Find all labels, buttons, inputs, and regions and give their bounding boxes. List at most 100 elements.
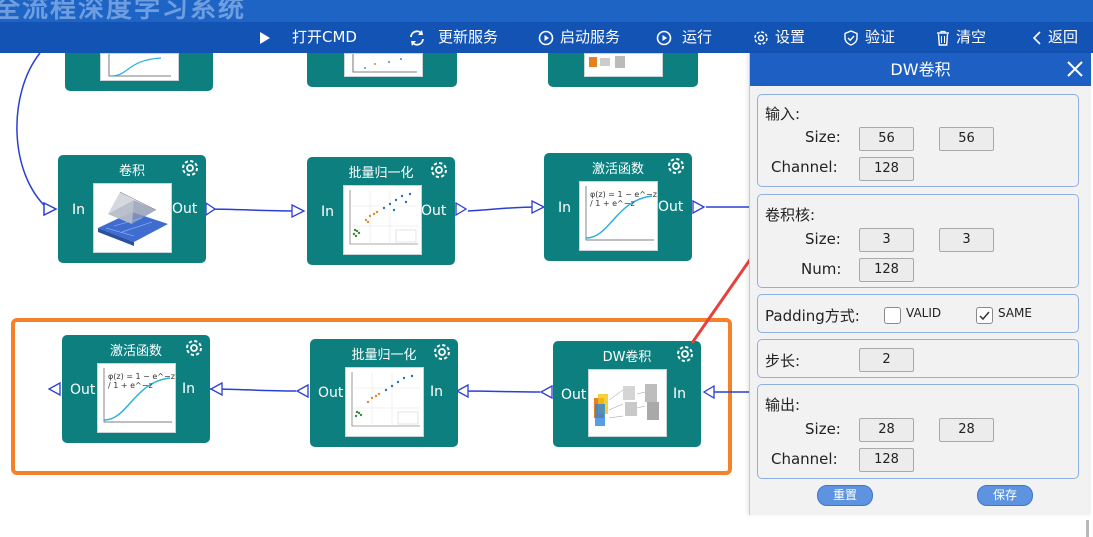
node-conv[interactable]: 卷积 In Out: [58, 155, 206, 263]
output-heading: 输出:: [765, 396, 801, 414]
check-icon: [979, 311, 990, 321]
trash-icon: [937, 30, 949, 46]
input-channel-label: Channel:: [771, 158, 838, 176]
output-channel-label: Channel:: [771, 450, 838, 468]
update-service-label: 更新服务: [438, 28, 499, 46]
gear-icon[interactable]: [675, 344, 695, 364]
input-heading: 输入:: [765, 105, 801, 123]
sigmoid-thumbnail: φ(z) = 1 − e^−z / 1 + e^−z: [579, 181, 658, 251]
open-cmd-label: 打开CMD: [292, 28, 357, 46]
gear-icon[interactable]: [184, 338, 204, 358]
input-size-label: Size:: [805, 128, 841, 146]
input-size-height-field[interactable]: 56: [939, 127, 994, 151]
node-output-port[interactable]: Out: [658, 199, 683, 215]
input-channel-field[interactable]: 128: [859, 157, 914, 181]
settings-button[interactable]: 设置: [753, 22, 805, 53]
conv-3d-thumbnail: [93, 183, 172, 253]
node-input-port[interactable]: In: [72, 202, 85, 218]
padding-same-label: SAME: [998, 306, 1032, 320]
sigmoid-thumbnail: φ(z) = 1 − e^−z / 1 + e^−z: [97, 363, 176, 433]
sigmoid-formula: φ(z) = 1 − e^−z / 1 + e^−z: [590, 190, 657, 208]
kernel-size-label: Size:: [805, 230, 841, 248]
node-partial-2[interactable]: [307, 53, 457, 87]
node-partial-3[interactable]: [548, 53, 698, 87]
node-input-port[interactable]: In: [321, 204, 334, 220]
gear-icon[interactable]: [666, 156, 686, 176]
run-label: 运行: [682, 28, 713, 46]
save-button[interactable]: 保存: [977, 485, 1033, 506]
sigmoid-thumbnail: [100, 53, 179, 81]
kernel-group: 卷积核: Size: 3 3 Num: 128: [757, 194, 1079, 288]
node-activation-2[interactable]: 激活函数 Out In φ(z) = 1 − e^−z / 1 + e^−z: [62, 335, 210, 443]
node-dwconv[interactable]: DW卷积 Out In: [553, 341, 701, 447]
scatter-thumbnail: [345, 367, 424, 437]
node-batchnorm-2[interactable]: 批量归一化 Out In: [310, 339, 458, 447]
chevron-left-icon: [1032, 30, 1041, 45]
node-output-port[interactable]: Out: [561, 387, 586, 403]
node-output-port[interactable]: Out: [421, 203, 446, 219]
kernel-size-width-field[interactable]: 3: [859, 228, 914, 252]
padding-valid-label: VALID: [906, 306, 942, 320]
shield-check-icon: [844, 29, 858, 46]
node-activation[interactable]: 激活函数 In Out φ(z) = 1 − e^−z / 1 + e^−z: [544, 153, 692, 261]
gear-icon[interactable]: [429, 160, 449, 180]
verify-label: 验证: [865, 28, 896, 46]
clear-button[interactable]: 清空: [936, 22, 986, 53]
padding-label: Padding方式:: [765, 307, 860, 325]
open-cmd-button[interactable]: 打开CMD: [258, 22, 357, 53]
output-size-height-field[interactable]: 28: [939, 418, 994, 442]
scatter-thumbnail: [343, 185, 422, 255]
output-size-label: Size:: [805, 420, 841, 438]
node-output-port[interactable]: Out: [172, 201, 197, 217]
gear-icon: [754, 30, 768, 45]
update-service-button[interactable]: 更新服务: [408, 22, 498, 53]
input-size-width-field[interactable]: 56: [859, 127, 914, 151]
kernel-num-label: Num:: [801, 260, 842, 278]
stride-field[interactable]: 2: [859, 348, 914, 372]
run-icon: [656, 30, 672, 45]
gear-icon[interactable]: [180, 158, 200, 178]
gear-icon[interactable]: [432, 342, 452, 362]
stride-label: 步长:: [765, 352, 801, 370]
padding-group: Padding方式: VALID SAME: [757, 294, 1079, 333]
settings-label: 设置: [775, 28, 806, 46]
power-play-icon: [538, 30, 554, 45]
output-channel-field[interactable]: 128: [859, 448, 914, 472]
start-service-button[interactable]: 启动服务: [538, 22, 620, 53]
node-input-port[interactable]: In: [558, 200, 571, 216]
toolbar: 打开CMD 更新服务 启动服务 运行 设置 验证 清空 返回: [0, 22, 1093, 53]
app-title: 全流程深度学习系统: [0, 0, 247, 22]
node-batchnorm[interactable]: 批量归一化 In Out: [307, 157, 455, 265]
close-icon[interactable]: [1063, 57, 1087, 81]
node-output-port[interactable]: Out: [70, 382, 95, 398]
reset-button[interactable]: 重置: [817, 485, 873, 506]
node-input-port[interactable]: In: [182, 381, 195, 397]
back-label: 返回: [1048, 28, 1079, 46]
output-size-width-field[interactable]: 28: [859, 418, 914, 442]
scatter-thumbnail: [344, 53, 423, 77]
node-connectors: [11, 53, 760, 475]
scrollbar[interactable]: [1086, 520, 1089, 537]
dwconv-thumbnail: [588, 369, 667, 437]
app-title-bar: 全流程深度学习系统: [0, 0, 1093, 22]
play-icon: [260, 31, 270, 44]
output-group: 输出: Size: 28 28 Channel: 128: [757, 384, 1079, 479]
kernel-size-height-field[interactable]: 3: [939, 228, 994, 252]
verify-button[interactable]: 验证: [843, 22, 895, 53]
kernel-num-field[interactable]: 128: [859, 258, 914, 282]
node-input-port[interactable]: In: [430, 384, 443, 400]
clear-label: 清空: [956, 28, 987, 46]
padding-same-checkbox[interactable]: [976, 307, 993, 324]
run-button[interactable]: 运行: [656, 22, 712, 53]
node-output-port[interactable]: Out: [318, 385, 343, 401]
node-partial-1[interactable]: [65, 53, 213, 91]
back-button[interactable]: 返回: [1032, 22, 1078, 53]
properties-panel: DW卷积 输入: Size: 56 56 Channel: 128 卷积核: S…: [749, 53, 1091, 515]
kernel-heading: 卷积核:: [765, 206, 816, 224]
refresh-icon: [410, 29, 424, 46]
padding-valid-checkbox[interactable]: [884, 307, 901, 324]
start-service-label: 启动服务: [560, 28, 621, 46]
panel-header: DW卷积: [750, 53, 1091, 86]
node-input-port[interactable]: In: [673, 386, 686, 402]
panel-title: DW卷积: [890, 60, 951, 79]
